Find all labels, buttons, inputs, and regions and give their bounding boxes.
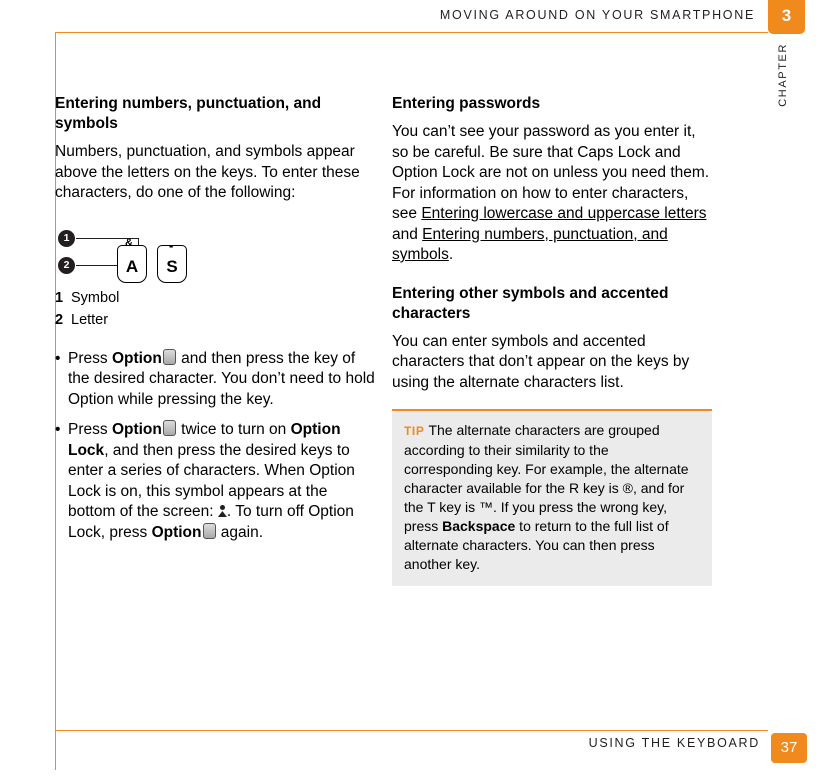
- page-footer: USING THE KEYBOARD 37: [0, 722, 825, 782]
- legend-item-1: 1 Symbol: [55, 288, 375, 309]
- footer-running-title: USING THE KEYBOARD: [588, 736, 760, 750]
- left-heading-numbers-punctuation: Entering numbers, punctuation, and symbo…: [55, 95, 322, 132]
- option-key-icon-3: [202, 522, 216, 539]
- tip-box: TIP The alternate characters are grouped …: [392, 409, 712, 586]
- left-bullet-list: Press Option and then press the key of t…: [55, 348, 375, 544]
- right-column: Entering passwords You can’t see your pa…: [392, 94, 712, 586]
- bullet1-option-bold: Option: [111, 349, 162, 367]
- chapter-label: CHAPTER: [777, 43, 789, 107]
- key-s-letter: S: [166, 257, 178, 276]
- chapter-tab: 3 CHAPTER: [768, 0, 808, 120]
- footer-divider: [55, 730, 768, 731]
- bullet2-tail: again.: [216, 523, 264, 541]
- bullet-option-lock: Press Option twice to turn on Option Loc…: [55, 420, 375, 543]
- leader-line-2-horizontal: [76, 264, 120, 266]
- bullet1-pre: Press: [68, 349, 112, 367]
- legend-number-1: 1: [55, 289, 64, 306]
- option-key-icon-2: [162, 420, 176, 436]
- tip-label: TIP: [404, 424, 425, 438]
- bullet2-mid: twice to turn on: [176, 421, 291, 438]
- passwords-text-c: .: [448, 246, 454, 263]
- bullet2-option-bold: Option: [111, 421, 162, 438]
- key-a-symbol: &: [125, 236, 133, 249]
- option-lock-indicator-icon: [218, 505, 227, 518]
- legend-label-2: Letter: [71, 312, 109, 328]
- bullet2-option-bold-2: Option: [151, 523, 202, 541]
- legend-number-2: 2: [55, 312, 64, 328]
- bullet-press-option: Press Option and then press the key of t…: [55, 348, 375, 411]
- page-header: MOVING AROUND ON YOUR SMARTPHONE: [0, 0, 825, 34]
- tip-backspace-bold: Backspace: [442, 518, 516, 534]
- other-symbols-paragraph: You can enter symbols and accented chara…: [392, 332, 690, 391]
- chapter-number-badge: 3: [768, 0, 805, 34]
- right-heading-other-symbols: Entering other symbols and accented char…: [392, 284, 669, 322]
- xref-lowercase-uppercase[interactable]: Entering lowercase and uppercase letters: [421, 205, 706, 222]
- passwords-paragraph: You can’t see your password as you enter…: [392, 122, 712, 266]
- key-a: & A: [117, 237, 147, 283]
- key-s: - S: [157, 238, 187, 283]
- option-key-icon: [162, 348, 176, 365]
- page-number-badge: 37: [771, 733, 807, 763]
- legend-label-1: Symbol: [71, 289, 120, 306]
- keyboard-diagram: 1 2 & A - S: [55, 218, 375, 286]
- right-heading-passwords: Entering passwords: [392, 95, 541, 112]
- left-column: Entering numbers, punctuation, and symbo…: [55, 94, 375, 553]
- xref-numbers-punctuation[interactable]: Entering numbers, punctuation, and symbo…: [392, 226, 668, 264]
- running-head-title: MOVING AROUND ON YOUR SMARTPHONE: [439, 8, 755, 22]
- key-s-symbol: -: [169, 237, 174, 253]
- legend-item-2: 2 Letter: [55, 310, 375, 331]
- bullet2-pre: Press: [68, 421, 112, 438]
- key-a-letter: A: [125, 257, 139, 276]
- callout-2: 2: [58, 256, 75, 274]
- left-intro-paragraph: Numbers, punctuation, and symbols appear…: [55, 143, 360, 201]
- passwords-text-b: and: [392, 225, 423, 243]
- header-divider: [55, 32, 768, 33]
- callout-1: 1: [58, 229, 75, 247]
